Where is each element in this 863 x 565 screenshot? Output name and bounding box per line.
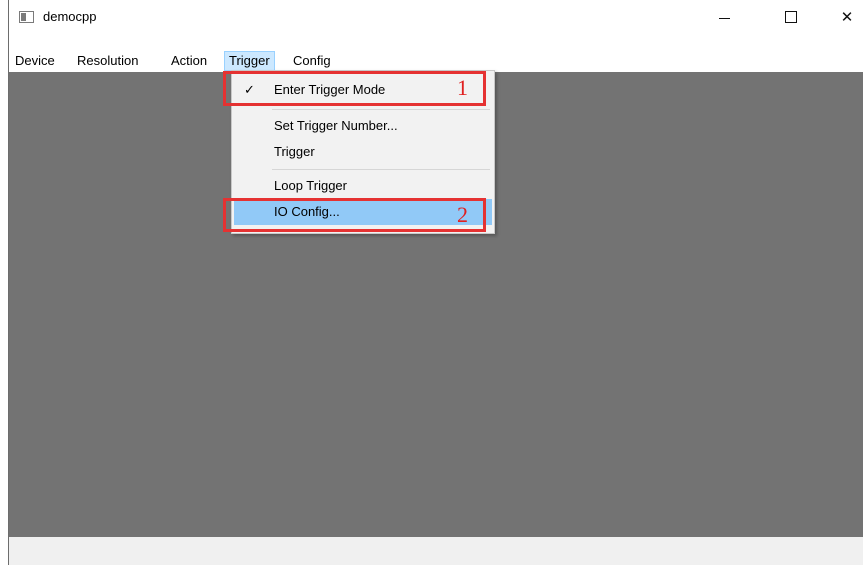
app-window: democpp ✕ Device Resolution Action Trigg… (8, 0, 863, 565)
menu-config[interactable]: Config (289, 51, 335, 71)
menu-item-set-trigger-number[interactable]: Set Trigger Number... (234, 113, 492, 139)
menu-resolution[interactable]: Resolution (73, 51, 142, 71)
menu-item-label: Trigger (274, 144, 315, 159)
annotation-number-2: 2 (457, 202, 468, 227)
annotation-box-2 (223, 198, 486, 232)
minimize-icon (718, 17, 730, 19)
close-icon: ✕ (840, 9, 854, 26)
menu-action[interactable]: Action (167, 51, 211, 71)
menu-item-loop-trigger[interactable]: Loop Trigger (234, 173, 492, 199)
close-button[interactable]: ✕ (824, 0, 863, 34)
annotation-number-1: 1 (457, 75, 468, 100)
menu-trigger[interactable]: Trigger (224, 51, 275, 71)
maximize-button[interactable] (768, 0, 814, 34)
app-icon (19, 11, 34, 23)
maximize-icon (785, 11, 797, 23)
title-bar[interactable]: democpp ✕ (9, 0, 863, 34)
menu-item-trigger[interactable]: Trigger (234, 139, 492, 165)
status-bar (9, 537, 863, 565)
menu-separator (272, 169, 490, 170)
menu-separator (272, 109, 490, 110)
menu-item-label: Loop Trigger (274, 178, 347, 193)
minimize-button[interactable] (701, 0, 747, 34)
window-title: democpp (43, 9, 97, 24)
annotation-box-1 (223, 71, 486, 106)
menu-device[interactable]: Device (11, 51, 59, 71)
menu-item-label: Set Trigger Number... (274, 118, 398, 133)
